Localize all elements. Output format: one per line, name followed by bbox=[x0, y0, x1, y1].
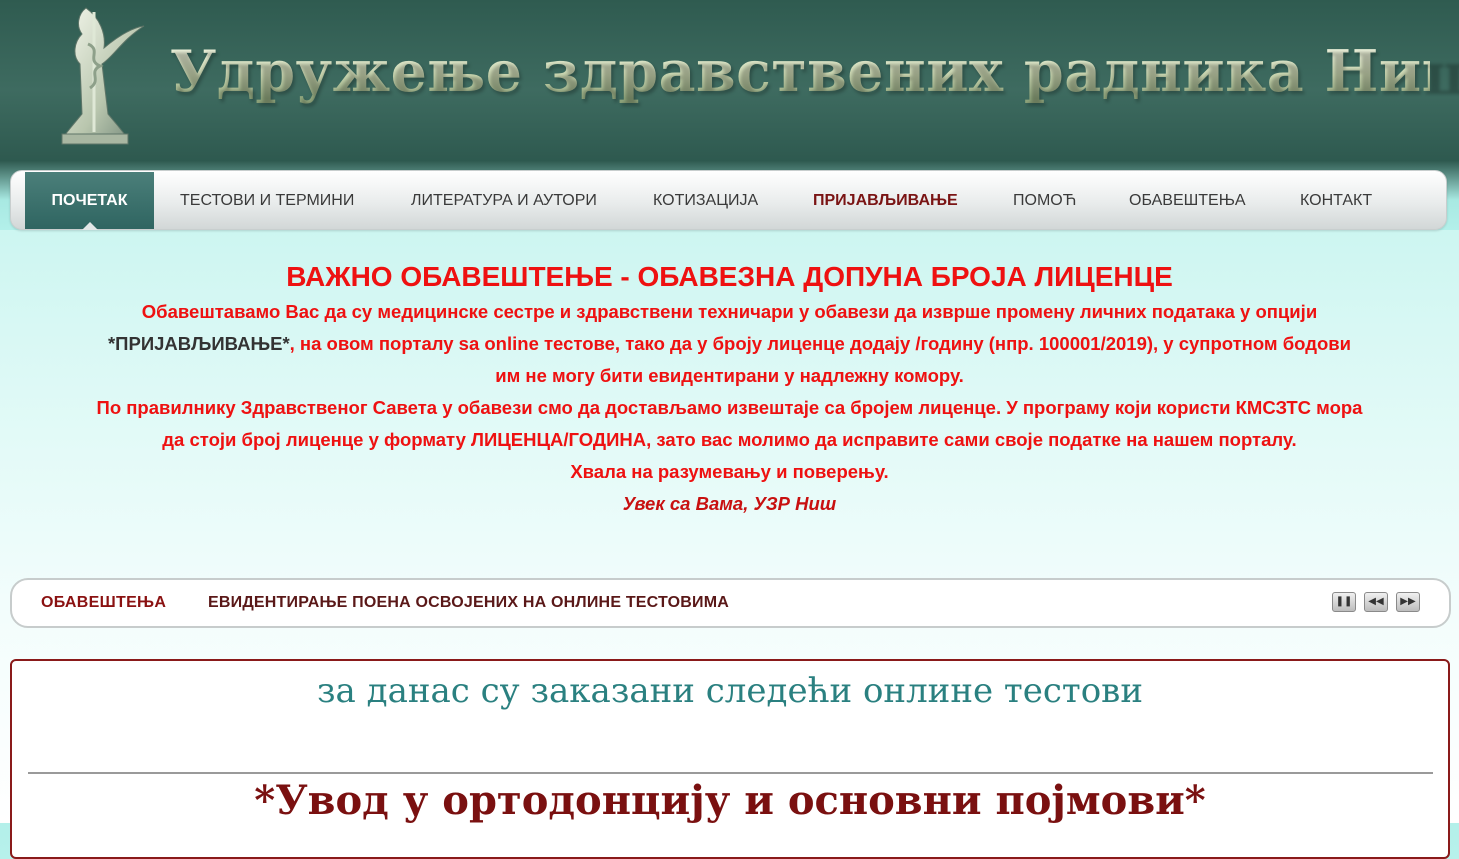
ticker-headline[interactable]: ЕВИДЕНТИРАЊЕ ПОЕНА ОСВОЈЕНИХ НА ОНЛИНЕ Т… bbox=[208, 594, 729, 612]
notice-line: Хвала на разумевању и поверењу. bbox=[570, 461, 889, 482]
today-tests-heading: за данас су заказани следећи онлине тест… bbox=[317, 671, 1143, 711]
notice-line: да стоји број лиценце у формату ЛИЦЕНЦА/… bbox=[162, 429, 1297, 450]
news-ticker: ОБАВЕШТЕЊА ЕВИДЕНТИРАЊЕ ПОЕНА ОСВОЈЕНИХ … bbox=[10, 578, 1451, 628]
rewind-icon[interactable]: ◀◀ bbox=[1364, 592, 1388, 612]
notice-line: Обавештавамо Вас да су медицинске сестре… bbox=[141, 301, 1318, 322]
main-nav: ПОЧЕТАК ТЕСТОВИ И ТЕРМИНИ ЛИТЕРАТУРА И А… bbox=[10, 170, 1447, 230]
nav-item-help[interactable]: ПОМОЋ bbox=[1013, 171, 1076, 229]
pause-icon[interactable]: ❚❚ bbox=[1332, 592, 1356, 612]
notice-line: им не могу бити евидентирани у надлежну … bbox=[495, 365, 964, 386]
nav-item-contact[interactable]: КОНТАКТ bbox=[1300, 171, 1372, 229]
today-tests-panel: за данас су заказани следећи онлине тест… bbox=[10, 659, 1450, 859]
notice-signature: Увек са Вама, УЗР Ниш bbox=[622, 493, 837, 514]
nav-item-fee[interactable]: КОТИЗАЦИЈА bbox=[653, 171, 758, 229]
test-title[interactable]: *Увод у ортодонцију и основни појмови* bbox=[12, 777, 1448, 824]
divider bbox=[28, 772, 1433, 774]
nav-item-notifications[interactable]: ОБАВЕШТЕЊА bbox=[1129, 171, 1246, 229]
nav-item-registration[interactable]: ПРИЈАВЉИВАЊЕ bbox=[813, 171, 958, 229]
caduceus-statue-icon[interactable] bbox=[52, 4, 147, 146]
important-notice: ВАЖНО ОБАВЕШТЕЊЕ - ОБАВЕЗНА ДОПУНА БРОЈА… bbox=[0, 258, 1459, 520]
ticker-label: ОБАВЕШТЕЊА bbox=[41, 594, 167, 611]
notice-line: *ПРИЈАВЉИВАЊЕ*, на овом порталу sa onlin… bbox=[0, 328, 1459, 360]
notice-line: По правилнику Здравственог Савета у обав… bbox=[96, 397, 1363, 418]
site-title: Удружење здравствених радника Ниш bbox=[170, 38, 1459, 105]
nav-item-tests-and-dates[interactable]: ТЕСТОВИ И ТЕРМИНИ bbox=[180, 171, 354, 229]
nav-item-literature-and-authors[interactable]: ЛИТЕРАТУРА И АУТОРИ bbox=[411, 171, 597, 229]
fast-forward-icon[interactable]: ▶▶ bbox=[1396, 592, 1420, 612]
nav-item-home[interactable]: ПОЧЕТАК bbox=[25, 172, 154, 230]
notice-title: ВАЖНО ОБАВЕШТЕЊЕ - ОБАВЕЗНА ДОПУНА БРОЈА… bbox=[286, 261, 1173, 292]
registration-link[interactable]: *ПРИЈАВЉИВАЊЕ* bbox=[108, 333, 290, 354]
notice-line-rest: , на овом порталу sa online тестове, так… bbox=[289, 333, 1352, 354]
